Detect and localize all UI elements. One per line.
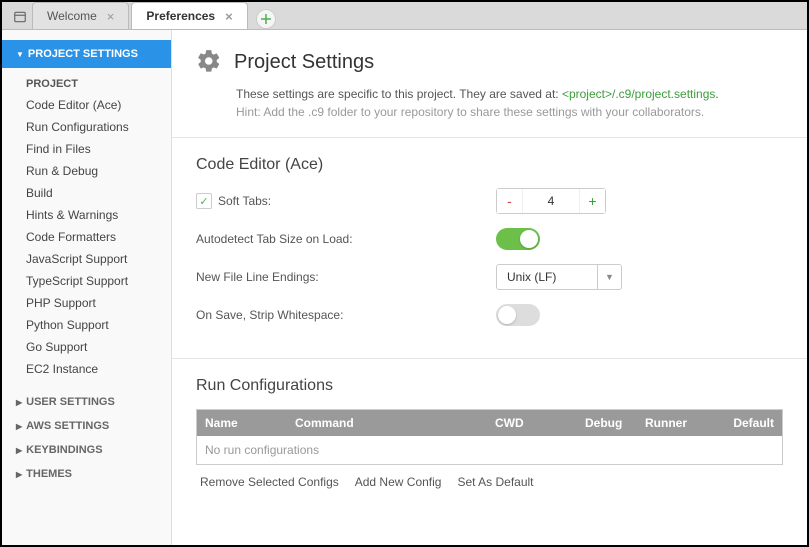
- settings-hint: Hint: Add the .c9 folder to your reposit…: [196, 105, 783, 119]
- remove-selected-button[interactable]: Remove Selected Configs: [200, 475, 339, 489]
- section-label: THEMES: [26, 468, 72, 480]
- section-title-run-config: Run Configurations: [196, 377, 783, 395]
- table-empty-row: No run configurations: [197, 436, 782, 464]
- line-endings-select[interactable]: Unix (LF) ▼: [496, 264, 622, 290]
- sidebar-item-run-debug[interactable]: Run & Debug: [2, 160, 171, 182]
- strip-whitespace-toggle[interactable]: [496, 304, 540, 326]
- tab-label: Preferences: [146, 9, 215, 23]
- stepper-decrement[interactable]: -: [497, 189, 523, 213]
- autodetect-label: Autodetect Tab Size on Load:: [196, 232, 353, 246]
- stepper-increment[interactable]: +: [579, 189, 605, 213]
- table-header: Name Command CWD Debug Runner Default: [197, 410, 782, 436]
- section-label: USER SETTINGS: [26, 396, 115, 408]
- caret-right-icon: ▶: [16, 470, 22, 479]
- tab-preferences[interactable]: Preferences ×: [131, 2, 247, 29]
- sidebar-item-find-in-files[interactable]: Find in Files: [2, 138, 171, 160]
- close-icon[interactable]: ×: [107, 9, 115, 24]
- tab-bar: Welcome × Preferences ×: [2, 2, 807, 30]
- col-cwd[interactable]: CWD: [487, 416, 577, 430]
- caret-right-icon: ▶: [16, 398, 22, 407]
- table-actions: Remove Selected Configs Add New Config S…: [196, 465, 783, 499]
- sidebar-item-hints-warnings[interactable]: Hints & Warnings: [2, 204, 171, 226]
- tab-label: Welcome: [47, 9, 97, 23]
- sidebar-section-themes[interactable]: ▶ THEMES: [2, 462, 171, 486]
- section-title-code-editor: Code Editor (Ace): [196, 156, 783, 174]
- autodetect-toggle[interactable]: [496, 228, 540, 250]
- caret-right-icon: ▶: [16, 422, 22, 431]
- settings-path: <project>/.c9/project.settings: [562, 87, 715, 101]
- sidebar-section-user-settings[interactable]: ▶ USER SETTINGS: [2, 390, 171, 414]
- col-name[interactable]: Name: [197, 416, 287, 430]
- soft-tabs-checkbox[interactable]: ✓: [196, 193, 212, 209]
- sidebar-group-label: PROJECT: [2, 72, 171, 94]
- sidebar-item-run-configurations[interactable]: Run Configurations: [2, 116, 171, 138]
- page-title: Project Settings: [234, 51, 374, 74]
- sidebar-item-javascript-support[interactable]: JavaScript Support: [2, 248, 171, 270]
- add-tab-button[interactable]: [256, 9, 276, 29]
- set-as-default-button[interactable]: Set As Default: [457, 475, 533, 489]
- line-endings-value: Unix (LF): [497, 265, 597, 289]
- toggle-knob: [520, 230, 538, 248]
- col-debug[interactable]: Debug: [577, 416, 637, 430]
- sidebar-item-python-support[interactable]: Python Support: [2, 314, 171, 336]
- section-label: PROJECT SETTINGS: [28, 48, 138, 60]
- sidebar-item-ec2-instance[interactable]: EC2 Instance: [2, 358, 171, 380]
- soft-tabs-label: Soft Tabs:: [218, 194, 271, 208]
- run-config-table: Name Command CWD Debug Runner Default No…: [196, 409, 783, 465]
- section-label: KEYBINDINGS: [26, 444, 102, 456]
- line-endings-label: New File Line Endings:: [196, 270, 319, 284]
- empty-message: No run configurations: [197, 443, 327, 457]
- sidebar: ▼ PROJECT SETTINGS PROJECT Code Editor (…: [2, 30, 172, 545]
- sidebar-item-php-support[interactable]: PHP Support: [2, 292, 171, 314]
- close-icon[interactable]: ×: [225, 9, 233, 24]
- sidebar-item-build[interactable]: Build: [2, 182, 171, 204]
- col-command[interactable]: Command: [287, 416, 487, 430]
- col-default[interactable]: Default: [722, 416, 782, 430]
- sidebar-item-go-support[interactable]: Go Support: [2, 336, 171, 358]
- sidebar-item-code-formatters[interactable]: Code Formatters: [2, 226, 171, 248]
- add-new-config-button[interactable]: Add New Config: [355, 475, 442, 489]
- sidebar-item-code-editor[interactable]: Code Editor (Ace): [2, 94, 171, 116]
- sidebar-section-keybindings[interactable]: ▶ KEYBINDINGS: [2, 438, 171, 462]
- menu-icon[interactable]: [8, 5, 32, 29]
- sidebar-item-typescript-support[interactable]: TypeScript Support: [2, 270, 171, 292]
- sidebar-section-project-settings[interactable]: ▼ PROJECT SETTINGS: [2, 40, 171, 68]
- section-label: AWS SETTINGS: [26, 420, 109, 432]
- main-content: Project Settings These settings are spec…: [172, 30, 807, 545]
- strip-whitespace-label: On Save, Strip Whitespace:: [196, 308, 343, 322]
- col-runner[interactable]: Runner: [637, 416, 722, 430]
- sidebar-section-aws-settings[interactable]: ▶ AWS SETTINGS: [2, 414, 171, 438]
- gear-icon: [196, 48, 222, 77]
- caret-down-icon: ▼: [16, 50, 24, 59]
- soft-tabs-stepper: - 4 +: [496, 188, 606, 214]
- caret-right-icon: ▶: [16, 446, 22, 455]
- settings-description: These settings are specific to this proj…: [196, 87, 783, 101]
- soft-tabs-value[interactable]: 4: [523, 189, 579, 213]
- toggle-knob: [498, 306, 516, 324]
- tab-welcome[interactable]: Welcome ×: [32, 2, 129, 29]
- chevron-down-icon: ▼: [597, 265, 621, 289]
